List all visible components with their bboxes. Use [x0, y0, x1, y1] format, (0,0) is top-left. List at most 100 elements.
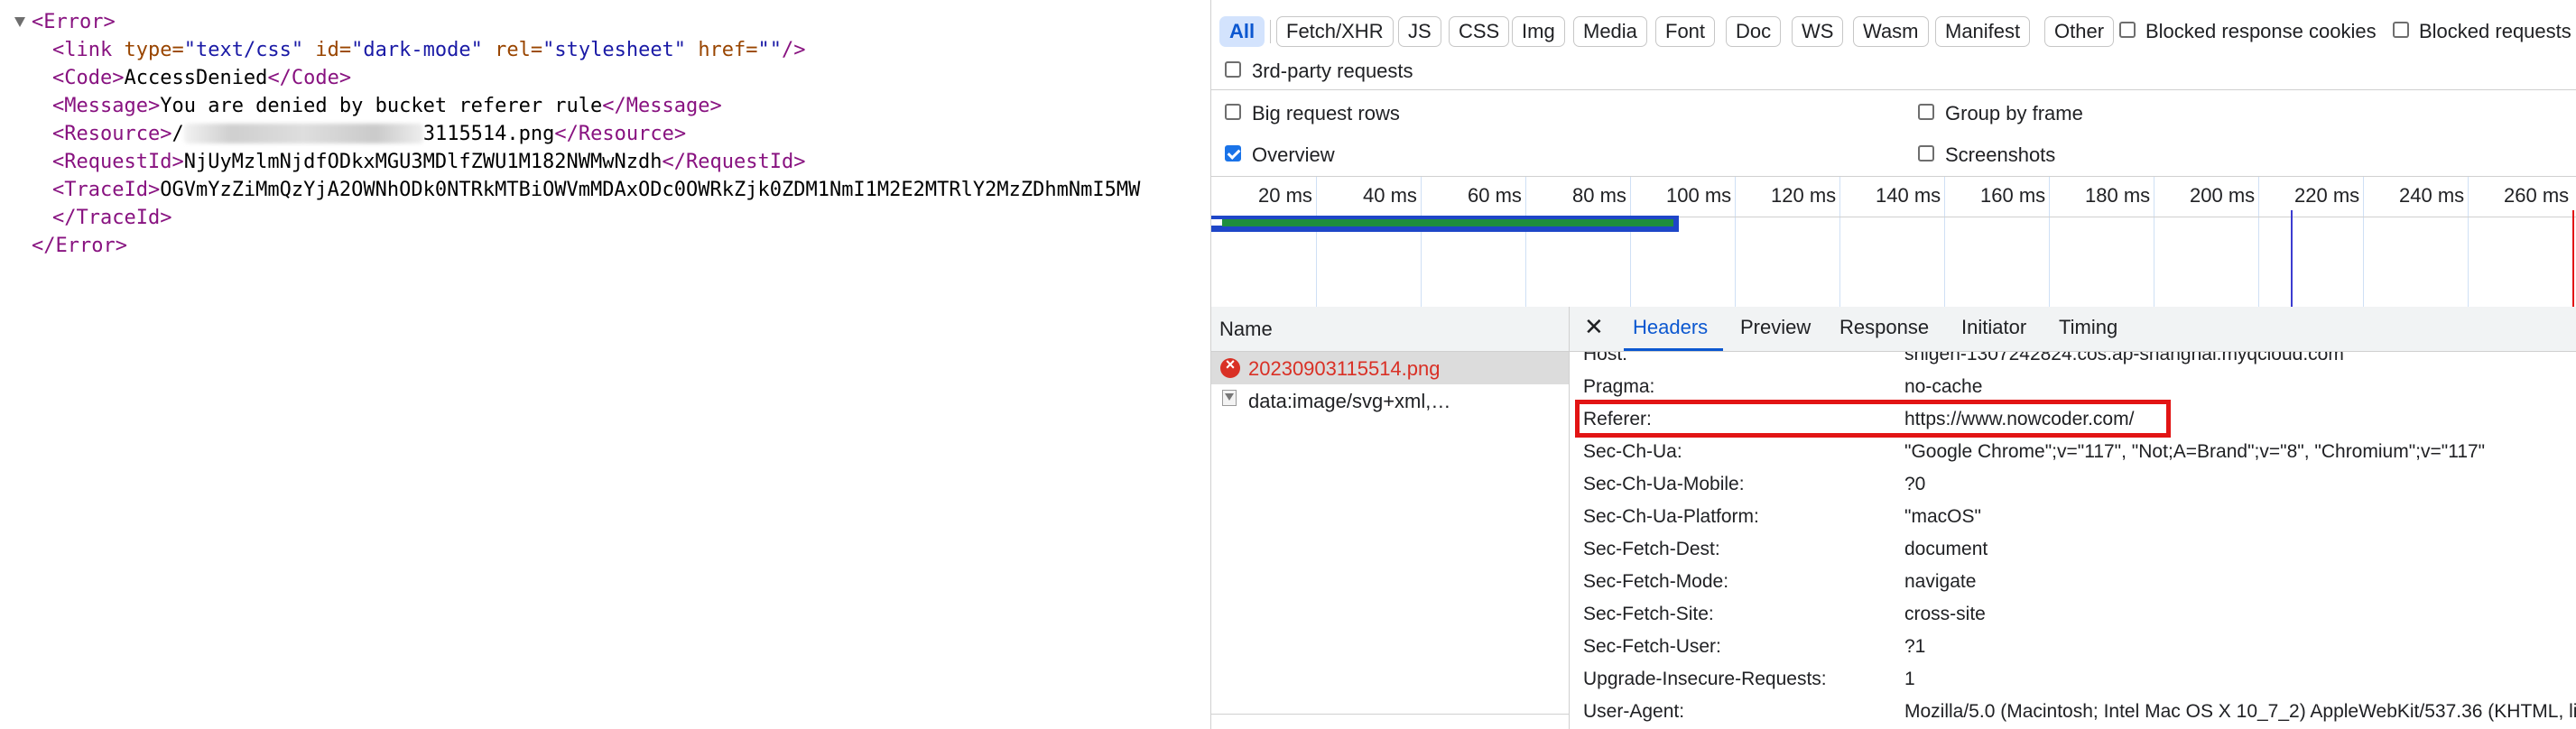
collapse-triangle-icon[interactable] — [14, 17, 25, 27]
tab-response[interactable]: Response — [1839, 316, 1929, 339]
header-name: Upgrade-Insecure-Requests: — [1583, 669, 1827, 689]
request-details-panel: ✕ Headers Preview Response Initiator Tim… — [1570, 307, 2576, 729]
tab-timing[interactable]: Timing — [2059, 316, 2117, 339]
header-name: Sec-Fetch-Mode: — [1583, 571, 1729, 592]
filter-img-button[interactable]: Img — [1512, 16, 1565, 47]
timeline-gridline — [1316, 177, 1317, 308]
xml-attr: type= — [124, 39, 184, 61]
xml-code-line: <Code>AccessDenied</Code> — [52, 64, 351, 92]
timeline-gridline — [1735, 177, 1736, 308]
timeline-download-segment — [1222, 219, 1673, 226]
header-value: ?1 — [1904, 636, 1926, 657]
xml-tag: </Error> — [32, 235, 127, 257]
filter-font-button[interactable]: Font — [1655, 16, 1716, 47]
filter-ws-button[interactable]: WS — [1792, 16, 1844, 47]
xml-tag: <link — [52, 39, 113, 61]
timeline-label: 160 ms — [1980, 184, 2046, 207]
header-row: Sec-Ch-Ua-Mobile: ?0 — [1570, 470, 2576, 503]
header-name: Pragma: — [1583, 376, 1655, 397]
name-column-header: Name — [1219, 318, 1273, 340]
redacted-blur — [183, 124, 423, 143]
header-value: document — [1904, 539, 1988, 559]
header-value: ?0 — [1904, 474, 1926, 494]
group-by-frame-label: Group by frame — [1945, 102, 2083, 125]
xml-tag: <Resource> — [52, 123, 172, 145]
request-list-header[interactable]: Name — [1211, 307, 1569, 352]
xml-tag: </Message> — [602, 95, 722, 117]
timeline-overview[interactable]: 20 ms 40 ms 60 ms 80 ms 100 ms 120 ms 14… — [1211, 176, 2576, 309]
screenshots-checkbox[interactable] — [1918, 145, 1934, 161]
timeline-label: 80 ms — [1572, 184, 1626, 207]
xml-attr-value: "dark-mode" — [351, 39, 483, 61]
header-value: cross-site — [1904, 604, 1986, 624]
header-row: Host: shigen-1307242824.cos.ap-shanghai.m… — [1570, 352, 2576, 373]
close-icon[interactable]: ✕ — [1584, 313, 1604, 341]
tab-headers[interactable]: Headers — [1633, 316, 1708, 339]
request-row-selected[interactable]: × 20230903115514.png — [1211, 352, 1569, 384]
request-row[interactable]: data:image/svg+xml,… — [1211, 384, 1569, 417]
timeline-label: 60 ms — [1468, 184, 1522, 207]
filter-css-button[interactable]: CSS — [1449, 16, 1510, 47]
xml-tag: <Code> — [52, 67, 125, 89]
header-name: Sec-Ch-Ua: — [1583, 441, 1682, 462]
filter-wasm-button[interactable]: Wasm — [1853, 16, 1929, 47]
tab-initiator[interactable]: Initiator — [1961, 316, 2026, 339]
tab-preview[interactable]: Preview — [1740, 316, 1811, 339]
header-row: Sec-Ch-Ua-Platform: "macOS" — [1570, 503, 2576, 535]
overview-checkbox[interactable] — [1225, 145, 1241, 161]
xml-attr: rel= — [495, 39, 543, 61]
timeline-gridline — [2049, 177, 2050, 308]
timeline-label: 120 ms — [1771, 184, 1837, 207]
timeline-gridline — [2468, 177, 2469, 308]
filter-doc-button[interactable]: Doc — [1726, 16, 1782, 47]
header-name: Sec-Fetch-Site: — [1583, 604, 1714, 624]
blocked-response-cookies-checkbox[interactable] — [2119, 22, 2136, 38]
dom-content-loaded-marker — [2291, 210, 2293, 308]
timeline-label: 20 ms — [1258, 184, 1312, 207]
blocked-requests-label: Blocked requests — [2419, 20, 2571, 42]
timeline-gridline — [1421, 177, 1422, 308]
header-name: User-Agent: — [1583, 701, 1685, 722]
request-list: Name × 20230903115514.png data:image/svg… — [1211, 307, 1570, 729]
header-value: "macOS" — [1904, 506, 1981, 527]
xml-resource-suffix: 3115514.png — [422, 123, 555, 145]
filter-media-button[interactable]: Media — [1573, 16, 1647, 47]
header-value: no-cache — [1904, 376, 1983, 397]
filter-other-button[interactable]: Other — [2044, 16, 2115, 47]
big-request-rows-checkbox[interactable] — [1225, 104, 1241, 120]
devtools-network-panel: All Fetch/XHR JS CSS Img Media Font Doc … — [1210, 0, 2576, 729]
header-name: Sec-Ch-Ua-Platform: — [1583, 506, 1759, 527]
xml-traceid-value: OGVmYzZiMmQzYjA2OWNhODk0NTRkMTBiOWVmMDAx… — [160, 179, 1141, 201]
timeline-label: 40 ms — [1363, 184, 1417, 207]
xml-error-close: </Error> — [32, 232, 127, 260]
xml-link-line: <link type="text/css" id="dark-mode" rel… — [52, 36, 806, 64]
xml-tag: <Message> — [52, 95, 161, 117]
third-party-requests-checkbox[interactable] — [1225, 61, 1241, 78]
xml-tag: <Error> — [32, 11, 116, 33]
filter-all-button[interactable]: All — [1219, 16, 1265, 47]
third-party-requests-label: 3rd-party requests — [1252, 60, 1413, 82]
blocked-requests-checkbox[interactable] — [2393, 22, 2409, 38]
xml-attr-value: "stylesheet" — [542, 39, 687, 61]
header-value: Mozilla/5.0 (Macintosh; Intel Mac OS X 1… — [1904, 701, 2576, 722]
xml-attr: id= — [315, 39, 352, 61]
overview-label: Overview — [1252, 143, 1335, 166]
group-by-frame-checkbox[interactable] — [1918, 104, 1934, 120]
timeline-label: 240 ms — [2399, 184, 2465, 207]
request-name: 20230903115514.png — [1248, 357, 1441, 380]
header-row: Sec-Fetch-User: ?1 — [1570, 632, 2576, 665]
divider — [1211, 714, 1569, 715]
xml-message-line: <Message>You are denied by bucket refere… — [52, 92, 722, 120]
timeline-label: 140 ms — [1876, 184, 1941, 207]
xml-tag: </TraceId> — [52, 207, 172, 229]
timeline-label: 220 ms — [2294, 184, 2360, 207]
big-request-rows-label: Big request rows — [1252, 102, 1400, 125]
xml-viewer: <Error> <link type="text/css" id="dark-m… — [0, 0, 1209, 729]
filter-js-button[interactable]: JS — [1398, 16, 1441, 47]
error-icon: × — [1220, 355, 1240, 378]
timeline-gridline — [2258, 177, 2259, 308]
filter-fetch-xhr-button[interactable]: Fetch/XHR — [1276, 16, 1394, 47]
filter-manifest-button[interactable]: Manifest — [1935, 16, 2031, 47]
header-row: User-Agent: Mozilla/5.0 (Macintosh; Intel… — [1570, 697, 2576, 729]
xml-attr-value: "" — [757, 39, 783, 61]
